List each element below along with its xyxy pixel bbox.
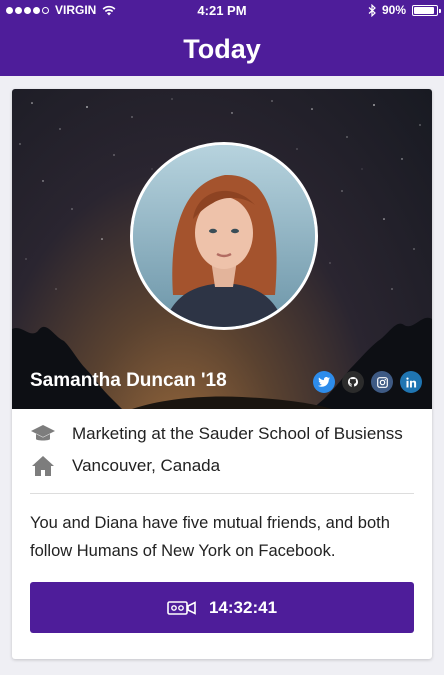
battery-icon xyxy=(412,4,441,16)
occupation-row: Marketing at the Sauder School of Busien… xyxy=(30,421,410,447)
github-icon[interactable] xyxy=(342,371,364,393)
linkedin-icon[interactable] xyxy=(400,371,422,393)
instagram-icon[interactable] xyxy=(371,371,393,393)
divider xyxy=(30,493,414,494)
timer-label: 14:32:41 xyxy=(208,597,278,617)
profile-photo xyxy=(133,145,315,327)
hero-background: Samantha Duncan '18 xyxy=(12,89,432,409)
status-bar: VIRGIN 4:21 PM 90% xyxy=(0,0,444,22)
nav-bar: Today xyxy=(0,22,444,76)
page-title: Today xyxy=(183,34,261,64)
video-call-timer-button[interactable]: 14:32:41 xyxy=(30,582,414,633)
battery-percent: 90% xyxy=(381,3,406,17)
twitter-icon[interactable] xyxy=(313,371,335,393)
mutual-friends-text: You and Diana have five mutual friends, … xyxy=(30,514,390,560)
location-text: Vancouver, Canada xyxy=(72,456,221,475)
bluetooth-icon xyxy=(368,3,376,17)
location-row: Vancouver, Canada xyxy=(30,453,410,479)
battery-fill xyxy=(414,6,434,14)
profile-card[interactable]: Samantha Duncan '18 Marketing at the Sau… xyxy=(12,89,432,659)
avatar xyxy=(130,142,318,330)
social-links xyxy=(313,371,422,393)
graduation-cap-icon xyxy=(30,421,56,447)
status-bar-right: 90% xyxy=(368,3,441,17)
video-camera-icon xyxy=(167,600,196,615)
profile-name: Samantha Duncan '18 xyxy=(30,370,227,391)
occupation-text: Marketing at the Sauder School of Busien… xyxy=(72,424,403,443)
home-icon xyxy=(30,453,56,479)
